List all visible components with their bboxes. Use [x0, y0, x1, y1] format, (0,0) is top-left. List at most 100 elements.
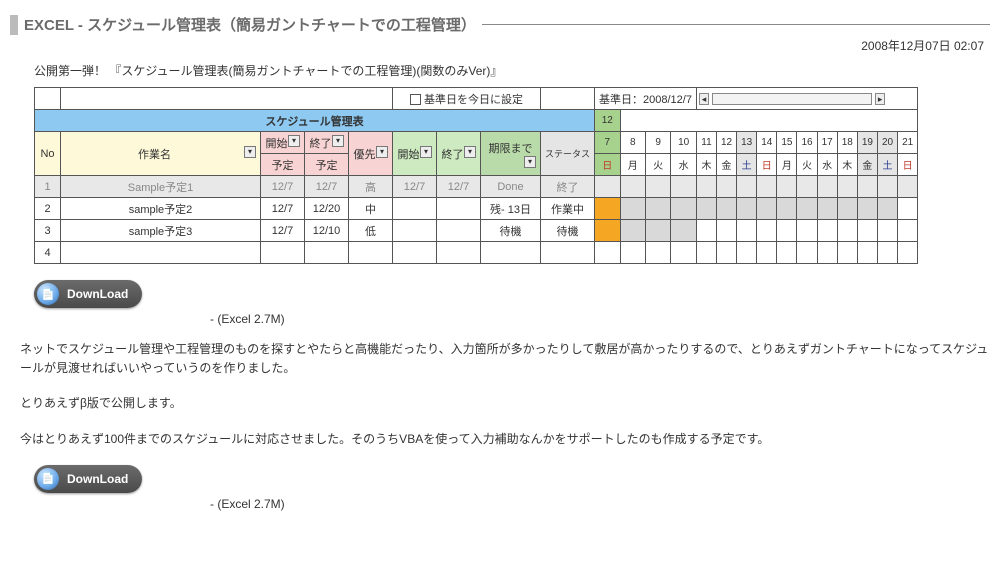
- cell-task[interactable]: [61, 242, 261, 264]
- gantt-cell: [777, 242, 797, 264]
- set-today-checkbox[interactable]: [410, 94, 421, 105]
- table-row: 1Sample予定112/712/7高12/712/7Done終了: [35, 176, 918, 198]
- base-date-value: 2008/12/7: [643, 94, 692, 106]
- cell-start[interactable]: 12/7: [261, 220, 305, 242]
- col-end-plan: 予定: [305, 154, 349, 176]
- download-button[interactable]: 📄 DownLoad: [34, 280, 142, 308]
- gantt-cell: [645, 176, 670, 198]
- col-task: 作業名 ▾: [61, 132, 261, 176]
- gantt-cell: [857, 242, 877, 264]
- table-row: 3sample予定312/712/10低 待機待機: [35, 220, 918, 242]
- dropdown-icon[interactable]: ▾: [420, 146, 432, 158]
- gantt-cell: [757, 198, 777, 220]
- cell-begin[interactable]: [393, 198, 437, 220]
- dropdown-icon[interactable]: ▾: [244, 146, 256, 158]
- cell-finish[interactable]: [437, 242, 481, 264]
- download-caption: - (Excel 2.7M): [210, 312, 990, 326]
- gantt-cell: [671, 198, 697, 220]
- dropdown-icon[interactable]: ▾: [464, 146, 476, 158]
- dropdown-icon[interactable]: ▾: [332, 135, 344, 147]
- cell-status[interactable]: [541, 242, 595, 264]
- cell-task[interactable]: Sample予定1: [61, 176, 261, 198]
- gantt-cell: [757, 176, 777, 198]
- cell-no[interactable]: 3: [35, 220, 61, 242]
- dropdown-icon[interactable]: ▾: [376, 146, 388, 158]
- dow: 木: [696, 154, 716, 176]
- gantt-cell: [645, 242, 670, 264]
- cell-begin[interactable]: 12/7: [393, 176, 437, 198]
- gantt-cell: [716, 220, 736, 242]
- cell-priority[interactable]: [349, 242, 393, 264]
- day-num: 10: [671, 132, 697, 154]
- cell-priority[interactable]: 低: [349, 220, 393, 242]
- cell-status[interactable]: 待機: [541, 220, 595, 242]
- col-due: 期限まで▾: [481, 132, 541, 176]
- gantt-cell: [595, 198, 621, 220]
- cell-begin[interactable]: [393, 242, 437, 264]
- cell-no[interactable]: 4: [35, 242, 61, 264]
- dropdown-icon[interactable]: ▾: [288, 135, 300, 147]
- cell-finish[interactable]: [437, 198, 481, 220]
- col-start-top: 開始▾: [261, 132, 305, 154]
- gantt-cell: [671, 242, 697, 264]
- gantt-cell: [877, 242, 897, 264]
- cell-end[interactable]: [305, 242, 349, 264]
- scroll-track[interactable]: [712, 93, 872, 105]
- gantt-cell: [898, 242, 918, 264]
- dow: 日: [595, 154, 621, 176]
- cell-start[interactable]: [261, 242, 305, 264]
- cell-priority[interactable]: 中: [349, 198, 393, 220]
- cell-begin[interactable]: [393, 220, 437, 242]
- cell-due[interactable]: 待機: [481, 220, 541, 242]
- gantt-cell: [777, 220, 797, 242]
- cell-start[interactable]: 12/7: [261, 176, 305, 198]
- col-priority: 優先▾: [349, 132, 393, 176]
- cell-no[interactable]: 2: [35, 198, 61, 220]
- cell-end[interactable]: 12/7: [305, 176, 349, 198]
- cell-due[interactable]: 残- 13日: [481, 198, 541, 220]
- scroll-left-button[interactable]: ◂: [699, 93, 709, 105]
- gantt-cell: [696, 198, 716, 220]
- dow: 月: [777, 154, 797, 176]
- gantt-cell: [797, 176, 817, 198]
- dropdown-icon[interactable]: ▾: [524, 156, 536, 168]
- gantt-cell: [777, 198, 797, 220]
- cell-end[interactable]: 12/10: [305, 220, 349, 242]
- cell-status[interactable]: 作業中: [541, 198, 595, 220]
- day-num: 19: [857, 132, 877, 154]
- gantt-cell: [777, 176, 797, 198]
- gantt-cell: [645, 198, 670, 220]
- download-label: DownLoad: [67, 287, 128, 301]
- gantt-cell: [737, 176, 757, 198]
- gantt-cell: [620, 242, 645, 264]
- col-status: ステータス: [541, 132, 595, 176]
- cell-start[interactable]: 12/7: [261, 198, 305, 220]
- cell-finish[interactable]: [437, 220, 481, 242]
- gantt-cell: [737, 198, 757, 220]
- body-p1: ネットでスケジュール管理や工程管理のものを探すとやたらと高機能だったり、入力箇所…: [20, 340, 990, 378]
- cell-task[interactable]: sample予定3: [61, 220, 261, 242]
- cell-end[interactable]: 12/20: [305, 198, 349, 220]
- dow: 日: [898, 154, 918, 176]
- cell-due[interactable]: [481, 242, 541, 264]
- dow: 火: [645, 154, 670, 176]
- gantt-cell: [716, 198, 736, 220]
- dow: 火: [797, 154, 817, 176]
- gantt-cell: [620, 220, 645, 242]
- gantt-cell: [837, 176, 857, 198]
- cell-no[interactable]: 1: [35, 176, 61, 198]
- table-row: 4: [35, 242, 918, 264]
- download-button[interactable]: 📄 DownLoad: [34, 465, 142, 493]
- cell-due[interactable]: Done: [481, 176, 541, 198]
- page-title-row: EXCEL - スケジュール管理表（簡易ガントチャートでの工程管理）: [10, 14, 990, 35]
- scroll-right-button[interactable]: ▸: [875, 93, 885, 105]
- cell-finish[interactable]: 12/7: [437, 176, 481, 198]
- cell-priority[interactable]: 高: [349, 176, 393, 198]
- gantt-cell: [716, 176, 736, 198]
- page-title: EXCEL - スケジュール管理表（簡易ガントチャートでの工程管理）: [24, 14, 476, 35]
- cell-status[interactable]: 終了: [541, 176, 595, 198]
- cell-task[interactable]: sample予定2: [61, 198, 261, 220]
- day-num: 12: [716, 132, 736, 154]
- gantt-cell: [797, 198, 817, 220]
- gantt-cell: [696, 176, 716, 198]
